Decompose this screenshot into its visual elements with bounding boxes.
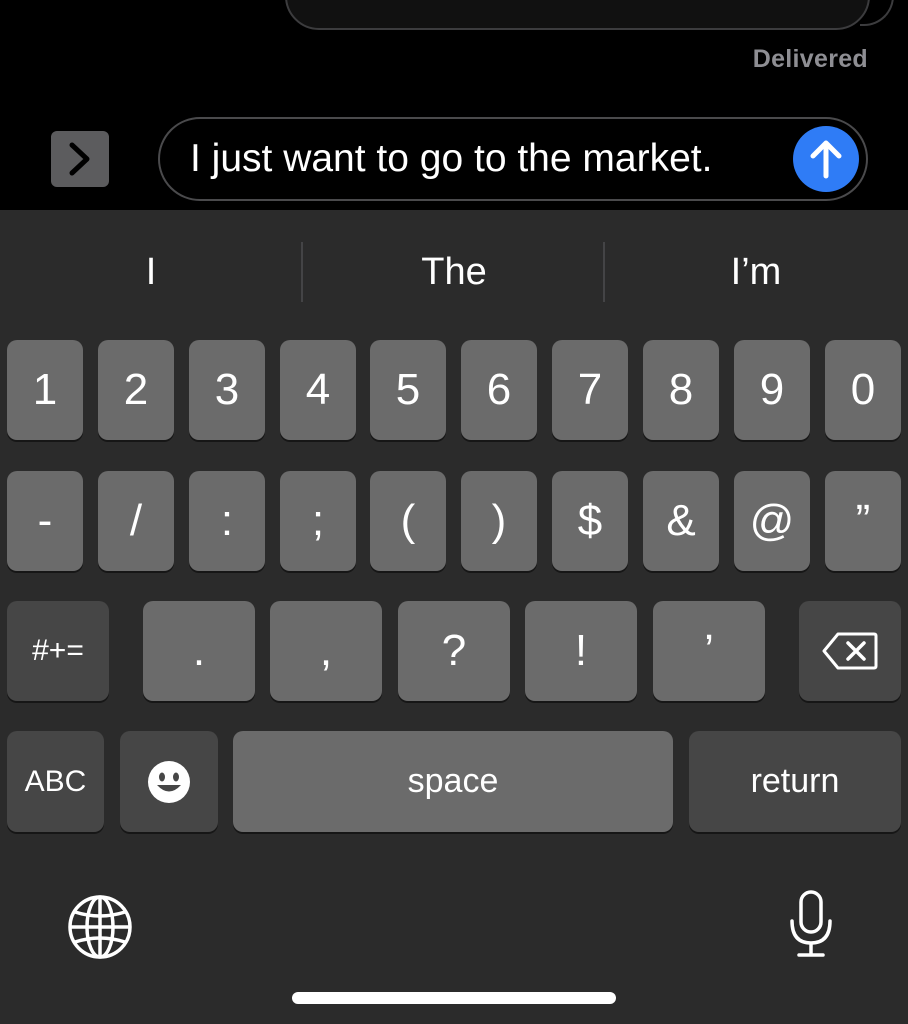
suggestion-2[interactable]: The [303,242,605,302]
key-1[interactable]: 1 [7,340,83,440]
globe-button[interactable] [66,893,134,961]
messages-area: Delivered I just want to go to the marke… [0,0,908,210]
arrow-up-icon [810,140,842,179]
key-apostrophe[interactable]: ’ [653,601,765,701]
key-2[interactable]: 2 [98,340,174,440]
send-button[interactable] [793,126,859,192]
delivered-status: Delivered [752,45,868,73]
key-abc[interactable]: ABC [7,731,104,832]
emoji-icon [148,760,190,803]
key-more-symbols[interactable]: #+= [7,601,109,701]
chevron-right-icon [69,142,90,176]
microphone-icon [790,890,832,957]
keyboard: I The I’m 1 2 3 4 5 6 7 8 9 0 - / : ; ( … [0,210,908,1024]
key-4[interactable]: 4 [280,340,356,440]
key-3[interactable]: 3 [189,340,265,440]
backspace-icon [822,632,878,670]
home-indicator[interactable] [292,992,616,1004]
return-button[interactable]: return [689,731,901,832]
key-9[interactable]: 9 [734,340,810,440]
key-hyphen[interactable]: - [7,471,83,571]
emoji-button[interactable] [120,731,218,832]
key-ampersand[interactable]: & [643,471,719,571]
key-question[interactable]: ? [398,601,510,701]
key-comma[interactable]: , [270,601,382,701]
key-colon[interactable]: : [189,471,265,571]
key-slash[interactable]: / [98,471,174,571]
message-input-text: I just want to go to the market. [190,137,713,180]
key-exclamation[interactable]: ! [525,601,637,701]
key-semicolon[interactable]: ; [280,471,356,571]
expand-apps-button[interactable] [51,131,109,187]
sent-message-bubble[interactable] [285,0,870,30]
message-input[interactable]: I just want to go to the market. [158,117,868,201]
key-period[interactable]: . [143,601,255,701]
bubble-tail [860,0,894,26]
key-5[interactable]: 5 [370,340,446,440]
dictation-button[interactable] [782,888,840,960]
delete-button[interactable] [799,601,901,701]
key-0[interactable]: 0 [825,340,901,440]
key-at[interactable]: @ [734,471,810,571]
key-open-paren[interactable]: ( [370,471,446,571]
key-close-paren[interactable]: ) [461,471,537,571]
key-6[interactable]: 6 [461,340,537,440]
suggestion-3[interactable]: I’m [605,242,907,302]
suggestion-1[interactable]: I [0,242,302,302]
key-quote[interactable]: ” [825,471,901,571]
key-8[interactable]: 8 [643,340,719,440]
space-bar[interactable]: space [233,731,673,832]
key-dollar[interactable]: $ [552,471,628,571]
globe-icon [68,895,132,959]
key-7[interactable]: 7 [552,340,628,440]
